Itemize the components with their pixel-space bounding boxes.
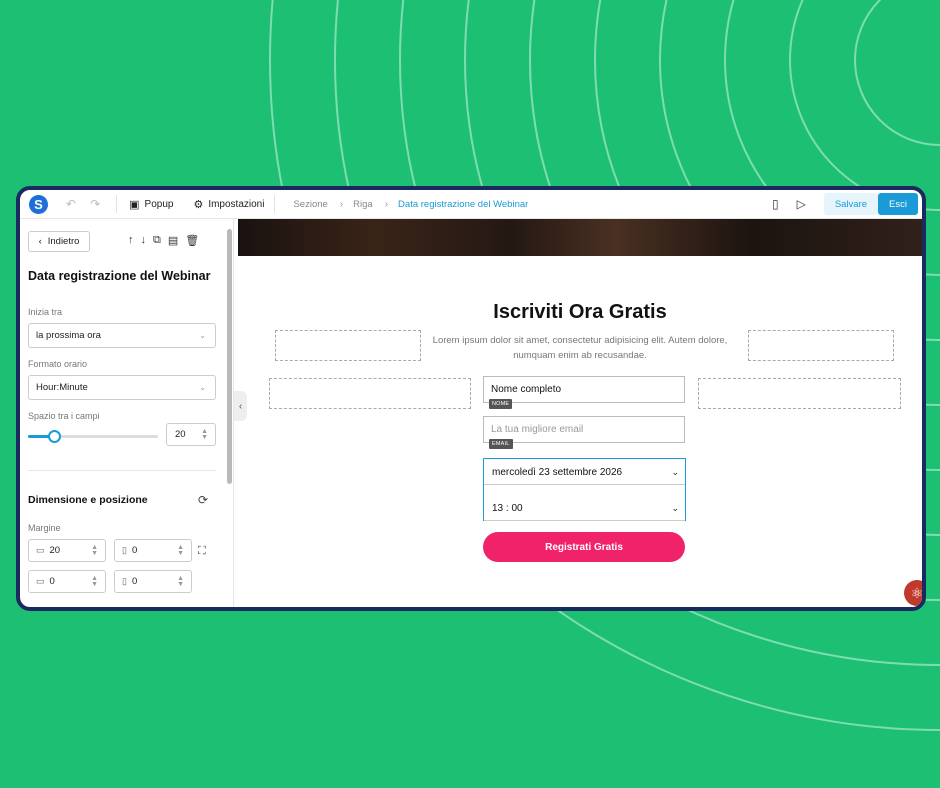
duplicate-icon[interactable]: ⧉ (153, 234, 161, 247)
email-field-placeholder: La tua migliore email (491, 424, 584, 435)
redo-icon[interactable]: ↷ (90, 197, 100, 211)
empty-placeholder[interactable] (269, 378, 471, 409)
time-format-label: Formato orario (28, 359, 88, 369)
save-block-icon[interactable]: ▤ (168, 234, 178, 247)
expand-icon[interactable]: ⛶ (198, 545, 206, 558)
hero-image[interactable] (238, 219, 922, 256)
stepper-icon[interactable]: ▲ ▼ (201, 428, 208, 441)
popup-label: Popup (144, 198, 174, 210)
spacing-slider[interactable] (28, 430, 158, 443)
name-field-tag: NOME (489, 399, 513, 409)
chevron-down-icon: ⌄ (671, 503, 679, 513)
margin-bottom-icon: ▭ (36, 576, 45, 586)
margin-left-icon: ▯ (122, 576, 127, 586)
spacing-slider-thumb[interactable] (48, 430, 61, 443)
start-select[interactable]: la prossima ora ⌄ (28, 323, 216, 348)
name-field-value: Nome completo (491, 384, 562, 395)
spacing-label: Spazio tra i campi (28, 411, 100, 421)
size-section-title: Dimensione e posizione (28, 494, 148, 506)
empty-placeholder[interactable] (748, 330, 894, 361)
mobile-preview-icon[interactable]: ▯ (772, 197, 779, 211)
top-bar: S ↶ ↷ ▣ Popup ⚙ Impostazioni Sezione › R… (20, 190, 922, 219)
margin-right-input[interactable]: ▯ 0 ▲ ▼ (114, 539, 192, 562)
editor-window: S ↶ ↷ ▣ Popup ⚙ Impostazioni Sezione › R… (16, 186, 926, 611)
time-format-select[interactable]: Hour:Minute ⌄ (28, 375, 216, 400)
margin-top-icon: ▭ (36, 545, 45, 555)
time-format-value: Hour:Minute (36, 382, 88, 393)
margin-top-value: 20 (49, 545, 61, 556)
form-title[interactable]: Iscriviti Ora Gratis (234, 301, 922, 324)
margin-label: Margine (28, 523, 61, 533)
exit-button[interactable]: Esci (878, 193, 918, 215)
chevron-down-icon: ⌄ (199, 383, 206, 392)
empty-placeholder[interactable] (698, 378, 901, 409)
breadcrumb-row[interactable]: Riga (353, 199, 373, 210)
popup-icon: ▣ (129, 198, 140, 211)
panel-title: Data registrazione del Webinar (28, 269, 211, 283)
date-time-selector[interactable]: mercoledì 23 settembre 2026 ⌄ 13 : 00 ⌄ (483, 458, 686, 521)
date-value: mercoledì 23 settembre 2026 (492, 467, 623, 478)
name-field[interactable]: Nome completo (483, 376, 685, 403)
margin-right-icon: ▯ (122, 545, 127, 555)
app-logo[interactable]: S (29, 194, 48, 214)
stepper-icon[interactable]: ▲ ▼ (177, 575, 184, 588)
notification-dot (925, 577, 926, 584)
chevron-down-icon: ⌄ (199, 331, 206, 340)
stepper-icon[interactable]: ▲ ▼ (91, 575, 98, 588)
start-value: la prossima ora (36, 330, 101, 341)
chevron-left-icon: ‹ (38, 236, 42, 247)
settings-label: Impostazioni (208, 198, 265, 210)
toolbar-divider (274, 195, 276, 213)
back-button[interactable]: ‹ Indietro (28, 231, 90, 252)
toolbar-divider (116, 195, 118, 213)
reset-icon[interactable]: ⟳ (198, 493, 208, 507)
margin-left-input[interactable]: ▯ 0 ▲ ▼ (114, 570, 192, 593)
email-field[interactable]: La tua migliore email (483, 416, 685, 443)
gear-icon: ⚙ (193, 198, 204, 211)
form-description[interactable]: Lorem ipsum dolor sit amet, consectetur … (430, 333, 730, 363)
element-tools: ↑ ↓ ⧉ ▤ 🗑 (128, 234, 199, 247)
spacing-value: 20 (175, 429, 186, 440)
margin-top-input[interactable]: ▭ 20 ▲ ▼ (28, 539, 106, 562)
back-label: Indietro (47, 236, 80, 247)
stepper-icon[interactable]: ▲ ▼ (91, 544, 98, 557)
chevron-right-icon: › (384, 198, 389, 210)
save-button[interactable]: Salvare (823, 193, 879, 215)
empty-placeholder[interactable] (275, 330, 421, 361)
margin-bottom-value: 0 (49, 576, 55, 587)
delete-icon[interactable]: 🗑 (185, 234, 199, 247)
margin-bottom-input[interactable]: ▭ 0 ▲ ▼ (28, 570, 106, 593)
margin-right-value: 0 (131, 545, 138, 556)
move-down-icon[interactable]: ↓ (141, 234, 147, 247)
panel-scrollbar[interactable] (227, 229, 232, 484)
date-select[interactable]: mercoledì 23 settembre 2026 ⌄ (484, 461, 685, 485)
stepper-icon[interactable]: ▲ ▼ (177, 544, 184, 557)
chevron-right-icon: › (339, 198, 344, 210)
chevron-down-icon: ⌄ (671, 467, 679, 477)
section-divider (28, 470, 216, 471)
popup-button[interactable]: ▣ Popup (129, 198, 173, 211)
margin-left-value: 0 (131, 576, 138, 587)
time-value: 13 : 00 (492, 503, 523, 514)
breadcrumb-section[interactable]: Sezione (293, 199, 327, 210)
undo-icon[interactable]: ↶ (66, 197, 76, 211)
time-select[interactable]: 13 : 00 ⌄ (484, 497, 685, 521)
topbar-actions: ▯ ▷ Salvare Esci (772, 190, 922, 218)
start-label: Inizia tra (28, 307, 63, 317)
chevron-left-icon[interactable]: ‹ (234, 391, 247, 421)
settings-button[interactable]: ⚙ Impostazioni (193, 198, 264, 211)
play-preview-icon[interactable]: ▷ (797, 197, 806, 211)
page-canvas: ‹ Iscriviti Ora Gratis Lorem ipsum dolor… (234, 219, 926, 607)
spacing-input[interactable]: 20 ▲ ▼ (166, 423, 216, 446)
submit-button[interactable]: Registrati Gratis (483, 532, 685, 562)
breadcrumb-current[interactable]: Data registrazione del Webinar (398, 199, 528, 210)
atom-icon[interactable]: ⚛ (904, 580, 922, 606)
settings-panel: ‹ Indietro ↑ ↓ ⧉ ▤ 🗑 Data registrazione … (20, 219, 234, 607)
email-field-tag: EMAIL (489, 439, 513, 449)
move-up-icon[interactable]: ↑ (128, 234, 134, 247)
